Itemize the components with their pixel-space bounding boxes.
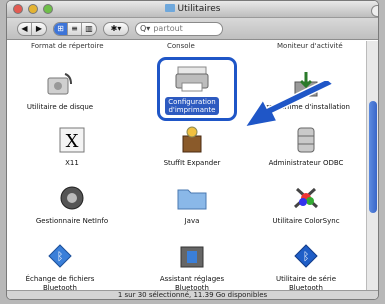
svg-text:ᛒ: ᛒ	[57, 250, 64, 263]
toolbar-toggle-button[interactable]	[371, 5, 378, 17]
icon-view-button[interactable]: ⊞	[54, 22, 68, 35]
list-view-button[interactable]: ≡	[68, 22, 82, 35]
view-mode-group: ⊞ ≡ ▥	[53, 21, 97, 36]
item-bluetooth-setup-assistant[interactable]: Assistant réglages Bluetooth	[147, 241, 237, 293]
disk-utility-icon	[42, 69, 78, 99]
item-stuffit[interactable]: StuffIt Expander	[147, 125, 237, 168]
x11-icon: X	[54, 125, 90, 155]
search-icon: Q▾	[140, 24, 151, 33]
toolbar: ◀ ▶ ⊞ ≡ ▥ ✱▾ Q▾ partout	[7, 18, 378, 40]
bluetooth-setup-icon	[174, 241, 210, 271]
item-bluetooth-file-exchange[interactable]: ᛒ Échange de fichiers Bluetooth	[15, 241, 105, 293]
title-bar[interactable]: Utilitaires	[7, 1, 378, 18]
back-button[interactable]: ◀	[18, 22, 32, 35]
bluetooth-serial-icon: ᛒ	[288, 241, 324, 271]
item-netinfo[interactable]: Gestionnaire NetInfo	[27, 183, 117, 226]
cut-label: Format de répertoire	[31, 42, 104, 50]
netinfo-icon	[54, 183, 90, 213]
stuffit-icon	[174, 125, 210, 155]
folder-icon	[164, 4, 175, 12]
gear-icon: ✱▾	[110, 23, 122, 33]
search-field[interactable]: Q▾ partout	[135, 21, 223, 36]
finder-window: Utilitaires ◀ ▶ ⊞ ≡ ▥ ✱▾ Q▾ partout Form…	[6, 0, 379, 300]
search-placeholder: partout	[153, 24, 183, 33]
back-forward-group: ◀ ▶	[17, 21, 47, 36]
item-x11[interactable]: X X11	[27, 125, 117, 168]
status-bar: 1 sur 30 sélectionné, 11.39 Go disponibl…	[7, 290, 378, 299]
svg-text:ᛒ: ᛒ	[303, 250, 310, 263]
bluetooth-exchange-icon: ᛒ	[42, 241, 78, 271]
icon-grid: Format de répertoire Console Moniteur d'…	[7, 41, 366, 293]
item-java[interactable]: Java	[147, 183, 237, 226]
callout-arrow-icon	[243, 81, 335, 129]
item-disk-utility[interactable]: Utilitaire de disque	[15, 69, 105, 112]
highlight-outline	[157, 57, 237, 121]
window-title: Utilitaires	[7, 4, 378, 14]
item-colorsync[interactable]: Utilitaire ColorSync	[261, 183, 351, 226]
column-view-button[interactable]: ▥	[82, 23, 96, 35]
item-bluetooth-serial-utility[interactable]: ᛒ Utilitaire de série Bluetooth	[261, 241, 351, 293]
item-odbc[interactable]: Administrateur ODBC	[261, 125, 351, 168]
svg-text:X: X	[66, 131, 79, 152]
cut-label: Moniteur d'activité	[277, 42, 343, 50]
scroll-thumb[interactable]	[369, 101, 377, 213]
action-menu-button[interactable]: ✱▾	[103, 21, 129, 36]
vertical-scrollbar[interactable]	[366, 41, 378, 290]
forward-button[interactable]: ▶	[32, 23, 46, 35]
colorsync-icon	[288, 183, 324, 213]
folder-icon	[174, 183, 210, 213]
cut-label: Console	[167, 42, 195, 50]
